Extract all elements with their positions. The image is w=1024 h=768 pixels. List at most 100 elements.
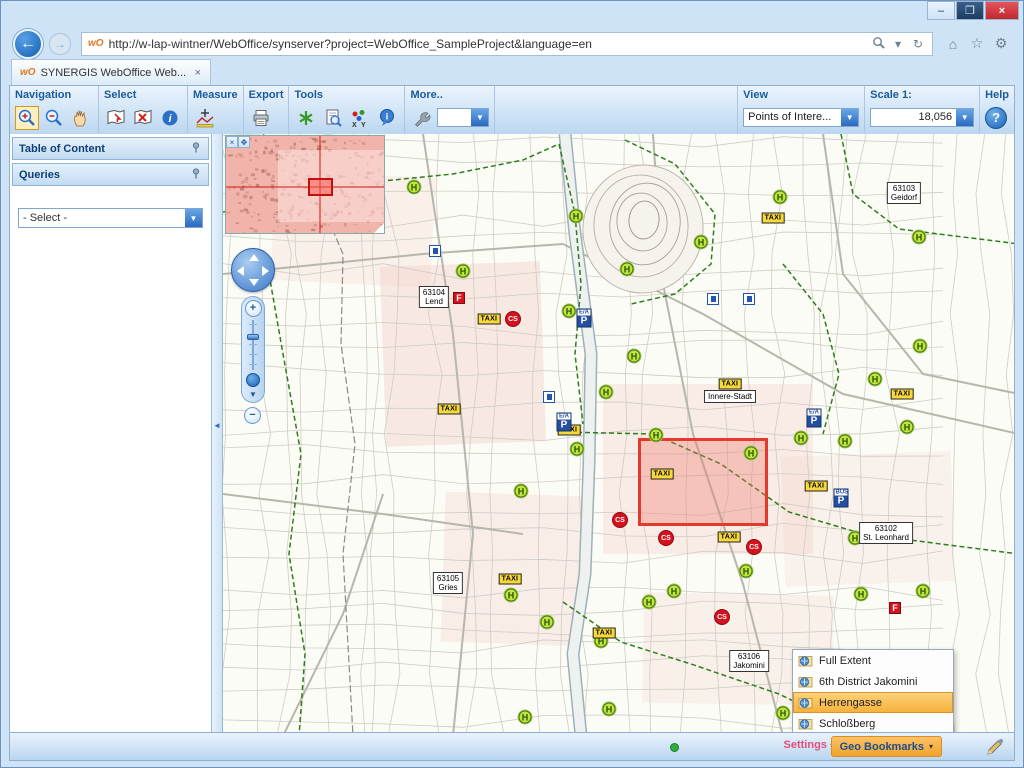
- pan-up-icon[interactable]: [249, 254, 259, 261]
- pan-right-icon[interactable]: [262, 266, 269, 276]
- overview-resize-handle[interactable]: [374, 223, 384, 233]
- hydrant-marker[interactable]: H: [774, 191, 787, 204]
- hydrant-marker[interactable]: H: [621, 263, 634, 276]
- hydrant-marker[interactable]: H: [668, 585, 681, 598]
- measure-tool[interactable]: [193, 106, 217, 130]
- taxi-marker[interactable]: TAXI: [499, 574, 522, 585]
- pan-left-icon[interactable]: [237, 266, 244, 276]
- pin-icon[interactable]: [191, 142, 202, 156]
- taxi-marker[interactable]: TAXI: [762, 213, 785, 224]
- hydrant-marker[interactable]: H: [408, 181, 421, 194]
- hydrant-marker[interactable]: H: [869, 373, 882, 386]
- refresh-icon[interactable]: ↻: [908, 37, 928, 51]
- hydrant-marker[interactable]: H: [917, 585, 930, 598]
- print-preview-tool[interactable]: [321, 106, 345, 130]
- hydrant-marker[interactable]: H: [515, 485, 528, 498]
- tab-close-icon[interactable]: ×: [192, 67, 204, 79]
- collapse-arrow-icon[interactable]: ◄: [213, 421, 221, 430]
- hydrant-marker[interactable]: H: [505, 589, 518, 602]
- hydrant-marker[interactable]: H: [603, 703, 616, 716]
- taxi-marker[interactable]: TAXI: [478, 314, 501, 325]
- xy-coordinates-tool[interactable]: XY: [348, 106, 372, 130]
- city-shuttle-marker[interactable]: CS: [746, 539, 762, 555]
- maptip-tool[interactable]: i: [375, 106, 399, 130]
- sight-marker[interactable]: [707, 293, 719, 305]
- city-shuttle-marker[interactable]: CS: [714, 609, 730, 625]
- more-tools-wrench-icon[interactable]: [410, 106, 434, 130]
- taxi-marker[interactable]: TAXI: [718, 532, 741, 543]
- home-icon[interactable]: ⌂: [941, 36, 965, 52]
- view-dropdown[interactable]: Points of Intere... ▼: [743, 108, 859, 127]
- city-shuttle-marker[interactable]: CS: [658, 530, 674, 546]
- hydrant-marker[interactable]: H: [745, 447, 758, 460]
- hydrant-marker[interactable]: H: [695, 236, 708, 249]
- city-shuttle-marker[interactable]: CS: [505, 311, 521, 327]
- sight-marker[interactable]: [543, 391, 555, 403]
- hydrant-marker[interactable]: H: [901, 421, 914, 434]
- chevron-down-icon[interactable]: ▼: [841, 109, 858, 126]
- parking-marker[interactable]: E/AP: [807, 409, 822, 428]
- zoom-slider-handle[interactable]: [247, 334, 259, 340]
- settings-gear-icon[interactable]: ⚙: [989, 35, 1013, 52]
- pin-icon[interactable]: [191, 168, 202, 182]
- sidebar-splitter[interactable]: ◄: [212, 134, 222, 732]
- hydrant-marker[interactable]: H: [457, 265, 470, 278]
- hydrant-marker[interactable]: H: [839, 435, 852, 448]
- taxi-marker[interactable]: TAXI: [651, 469, 674, 480]
- chevron-down-icon[interactable]: ▼: [471, 109, 488, 126]
- parking-marker[interactable]: BUSP: [834, 489, 849, 508]
- forward-button[interactable]: →: [49, 33, 71, 55]
- more-tools-dropdown[interactable]: ▼: [437, 108, 489, 127]
- zoom-out-button[interactable]: −: [244, 407, 261, 424]
- taxi-marker[interactable]: TAXI: [438, 404, 461, 415]
- geo-bookmarks-button[interactable]: Geo Bookmarks ▾: [831, 736, 942, 757]
- queries-panel-header[interactable]: Queries: [12, 163, 209, 186]
- favorites-icon[interactable]: ☆: [965, 35, 989, 52]
- geo-bookmark-item[interactable]: 6th District Jakomini: [793, 671, 953, 692]
- clear-selection-tool[interactable]: [131, 106, 155, 130]
- help-button[interactable]: ?: [985, 107, 1007, 129]
- browser-tab[interactable]: wO SYNERGIS WebOffice Web... ×: [11, 59, 211, 85]
- taxi-marker[interactable]: TAXI: [891, 389, 914, 400]
- address-bar[interactable]: wO http://w-lap-wintner/WebOffice/synser…: [81, 32, 933, 56]
- geo-bookmark-item[interactable]: Full Extent: [793, 650, 953, 671]
- query-select-dropdown[interactable]: - Select - ▼: [18, 208, 203, 228]
- geo-bookmark-item[interactable]: Schloßberg: [793, 713, 953, 732]
- parking-marker[interactable]: E/AP: [577, 309, 592, 328]
- edit-pencil-icon[interactable]: [986, 738, 1004, 756]
- pan-tool[interactable]: [69, 106, 93, 130]
- sight-marker[interactable]: [743, 293, 755, 305]
- hydrant-marker[interactable]: H: [777, 707, 790, 720]
- pan-down-icon[interactable]: [249, 279, 259, 286]
- scale-input[interactable]: 18,056 ▼: [870, 108, 974, 127]
- hydrant-marker[interactable]: H: [600, 386, 613, 399]
- hydrant-marker[interactable]: H: [541, 616, 554, 629]
- fire-station-marker[interactable]: F: [453, 292, 465, 304]
- hydrant-marker[interactable]: H: [571, 443, 584, 456]
- zoom-slider[interactable]: [245, 320, 261, 370]
- settings-link[interactable]: Settings ▾: [784, 739, 834, 751]
- fire-station-marker[interactable]: F: [889, 602, 901, 614]
- chevron-down-icon[interactable]: ▼: [249, 390, 257, 399]
- hydrant-marker[interactable]: H: [855, 588, 868, 601]
- zoom-in-tool[interactable]: [15, 106, 39, 130]
- parking-marker[interactable]: E/AP: [557, 413, 572, 432]
- identify-tool[interactable]: i: [158, 106, 182, 130]
- print-tool[interactable]: [249, 106, 273, 130]
- back-button[interactable]: ←: [13, 29, 43, 59]
- chevron-down-icon[interactable]: ▼: [956, 109, 973, 126]
- redlining-tool[interactable]: [294, 106, 318, 130]
- hydrant-marker[interactable]: H: [914, 340, 927, 353]
- sight-marker[interactable]: [429, 245, 441, 257]
- hydrant-marker[interactable]: H: [913, 231, 926, 244]
- hydrant-marker[interactable]: H: [650, 429, 663, 442]
- search-icon[interactable]: [868, 36, 888, 52]
- maximize-button[interactable]: ❐: [956, 1, 984, 20]
- hydrant-marker[interactable]: H: [570, 210, 583, 223]
- zoom-out-tool[interactable]: [42, 106, 66, 130]
- toc-panel-header[interactable]: Table of Content: [12, 137, 209, 160]
- url-text[interactable]: http://w-lap-wintner/WebOffice/synserver…: [109, 37, 868, 51]
- close-button[interactable]: ×: [985, 1, 1019, 20]
- hydrant-marker[interactable]: H: [519, 711, 532, 724]
- hydrant-marker[interactable]: H: [628, 350, 641, 363]
